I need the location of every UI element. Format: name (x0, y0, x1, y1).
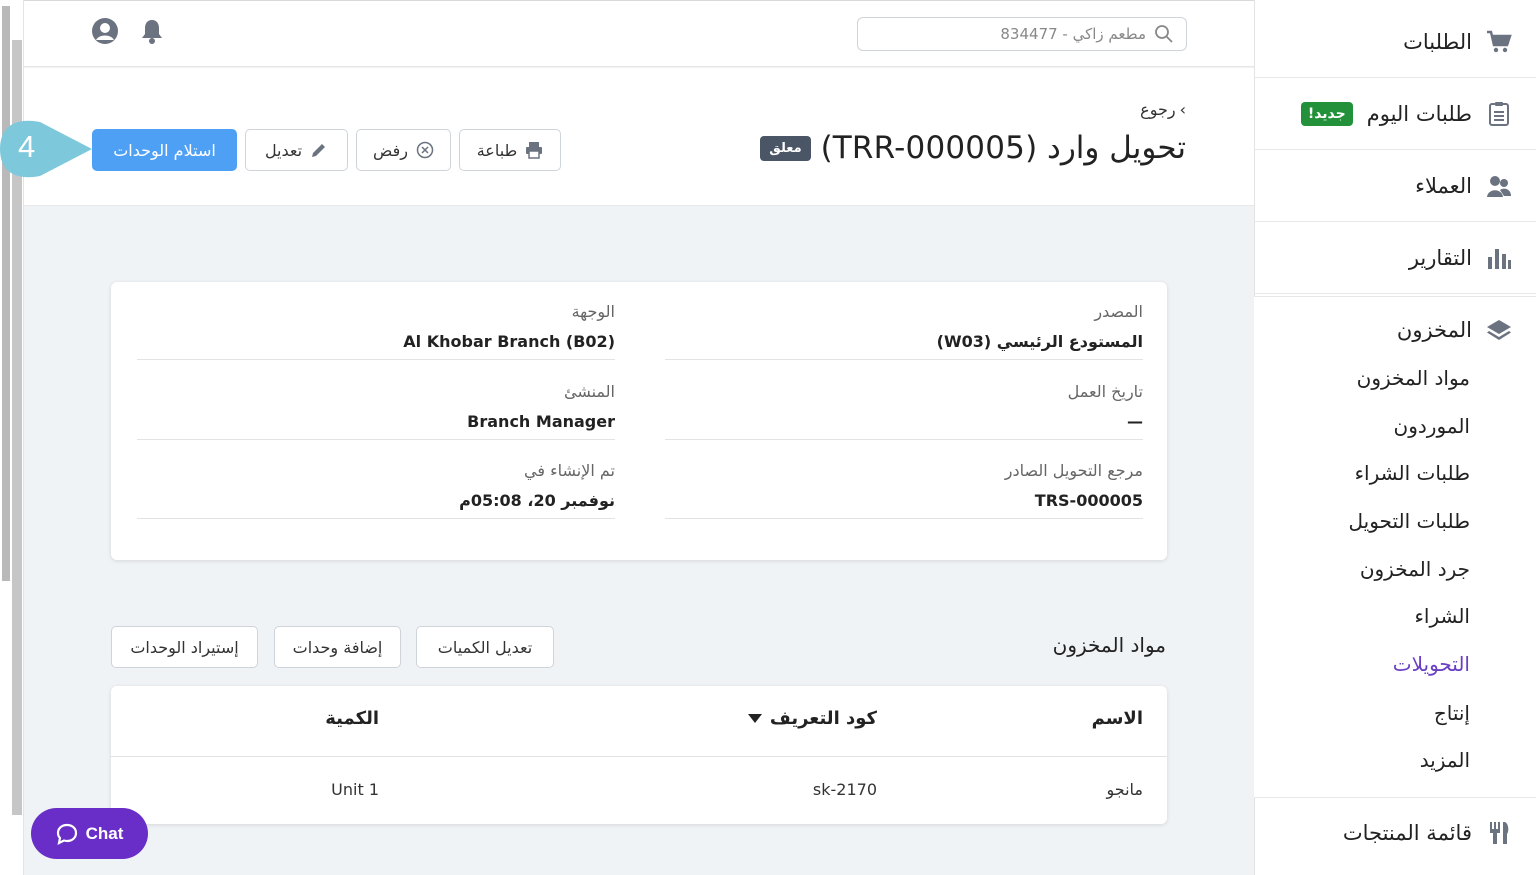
row-sku-cell: sk-2170 (812, 780, 877, 799)
add-units-label: إضافة وحدات (292, 637, 383, 657)
sidebar-item-transfers[interactable]: التحويلات (1393, 652, 1470, 676)
utensils-icon (1490, 822, 1509, 844)
step-number-badge: 4 (0, 118, 92, 180)
destination-field: الوجهة Al Khobar Branch (B02) (137, 282, 615, 360)
column-header-sku[interactable]: كود التعريف (747, 708, 877, 729)
sidebar-item-inventory-items[interactable]: مواد المخزون (1357, 366, 1470, 390)
bar-chart-icon (1488, 248, 1511, 269)
chevron-right-icon: › (1179, 100, 1186, 119)
sidebar-item-reports[interactable]: التقارير (1254, 222, 1536, 294)
sort-down-icon (747, 713, 762, 723)
sidebar-item-inventory[interactable]: المخزون (1254, 297, 1536, 363)
sidebar-item-orders[interactable]: الطلبات (1254, 6, 1536, 78)
sidebar-reports-label: التقارير (1408, 245, 1472, 270)
sidebar-item-purchase-orders[interactable]: طلبات الشراء (1355, 461, 1470, 485)
sidebar-group-inventory: المخزون مواد المخزون الموردون طلبات الشر… (1254, 296, 1536, 798)
sidebar: الطلبات طلبات اليوم جديد! العملاء التقار… (1254, 0, 1536, 875)
top-bar (24, 0, 1254, 67)
page-header: › رجوع تحويل وارد (TRR-000005) معلق طباع… (24, 68, 1254, 206)
bell-icon[interactable] (138, 17, 166, 45)
print-label: طباعة (476, 140, 518, 160)
items-table: الاسم كود التعريف الكمية مانجو sk-2170 1… (111, 686, 1167, 824)
sidebar-item-transfer-orders[interactable]: طلبات التحويل (1349, 509, 1471, 533)
step-number: 4 (18, 129, 36, 164)
clipboard-icon (1489, 101, 1509, 126)
back-link[interactable]: › رجوع (1140, 100, 1186, 119)
sidebar-item-purchasing[interactable]: الشراء (1415, 604, 1471, 628)
destination-label: الوجهة (571, 302, 615, 321)
row-divider (111, 756, 1167, 757)
source-field: المصدر المستودع الرئيسي (W03) (665, 282, 1143, 360)
import-units-label: إستيراد الوحدات (130, 637, 239, 657)
import-units-button[interactable]: إستيراد الوحدات (111, 626, 258, 668)
outgoing-ref-field: مرجع التحويل الصادر TRS-000005 (665, 441, 1143, 519)
column-quantity-label: الكمية (325, 708, 379, 729)
sidebar-menu-label: قائمة المنتجات (1342, 821, 1472, 845)
column-sku-label: كود التعريف (769, 708, 877, 729)
destination-value: Al Khobar Branch (B02) (403, 332, 615, 351)
sidebar-inventory-label: المخزون (1396, 318, 1472, 342)
row-name-cell[interactable]: مانجو (1107, 780, 1144, 799)
sidebar-item-menu[interactable]: قائمة المنتجات (1254, 798, 1536, 868)
items-section-title: مواد المخزون (1052, 633, 1166, 657)
source-value: المستودع الرئيسي (W03) (936, 332, 1143, 351)
creator-value: Branch Manager (467, 412, 615, 431)
sidebar-item-production[interactable]: إنتاج (1434, 701, 1470, 725)
business-date-value: — (1127, 412, 1143, 431)
sidebar-item-inventory-count[interactable]: جرد المخزون (1360, 557, 1470, 581)
sidebar-item-customers[interactable]: العملاء (1254, 150, 1536, 222)
pencil-icon (312, 144, 326, 157)
x-circle-icon (416, 141, 434, 159)
row-quantity-cell: 1 Unit (331, 780, 379, 799)
column-name-label: الاسم (1091, 708, 1143, 729)
user-icon[interactable] (91, 17, 119, 45)
search-icon (1155, 25, 1173, 43)
created-at-value: نوفمبر 20، 05:08م (459, 491, 615, 510)
reject-label: رفض (373, 140, 408, 160)
creator-label: المنشئ (563, 382, 615, 401)
layers-icon (1487, 320, 1511, 340)
page-title-row: تحويل وارد (TRR-000005) معلق (760, 130, 1186, 166)
reject-button[interactable]: رفض (356, 129, 451, 171)
scrollbar-track[interactable] (2, 6, 10, 581)
chat-button[interactable]: Chat (31, 808, 148, 859)
chat-label: Chat (85, 823, 124, 843)
add-units-button[interactable]: إضافة وحدات (274, 626, 401, 668)
created-at-label: تم الإنشاء في (524, 461, 615, 480)
print-button[interactable]: طباعة (459, 129, 561, 171)
outgoing-ref-value[interactable]: TRS-000005 (1035, 491, 1143, 510)
sidebar-item-more[interactable]: المزيد (1420, 748, 1470, 772)
sidebar-orders-label: الطلبات (1403, 29, 1472, 54)
outgoing-ref-label: مرجع التحويل الصادر (1004, 461, 1143, 480)
status-badge: معلق (760, 135, 811, 161)
edit-quantities-label: تعديل الكميات (437, 637, 533, 657)
sidebar-customers-label: العملاء (1415, 173, 1472, 198)
sidebar-today-orders-label: طلبات اليوم (1366, 101, 1472, 126)
edit-button[interactable]: تعديل (245, 129, 348, 171)
cart-icon (1487, 30, 1512, 52)
business-date-field: تاريخ العمل — (665, 362, 1143, 440)
column-header-name[interactable]: الاسم (1092, 708, 1143, 729)
edit-quantities-button[interactable]: تعديل الكميات (416, 626, 554, 668)
source-label: المصدر (1094, 302, 1143, 321)
receive-units-label: استلام الوحدات (113, 140, 216, 160)
search-input[interactable] (866, 25, 1146, 43)
column-header-quantity[interactable]: الكمية (325, 708, 379, 729)
main-content: › رجوع تحويل وارد (TRR-000005) معلق طباع… (24, 0, 1254, 875)
sidebar-item-suppliers[interactable]: الموردون (1394, 414, 1470, 438)
sidebar-item-today-orders[interactable]: طلبات اليوم جديد! (1254, 78, 1536, 150)
creator-field: المنشئ Branch Manager (137, 362, 615, 440)
chat-bubble-icon (56, 823, 77, 845)
edit-label: تعديل (264, 140, 303, 160)
receive-units-button[interactable]: استلام الوحدات (92, 129, 237, 171)
transfer-details-card: المصدر المستودع الرئيسي (W03) الوجهة Al … (111, 282, 1167, 560)
page-title: تحويل وارد (TRR-000005) (820, 130, 1186, 166)
printer-icon (526, 142, 543, 159)
search-box[interactable] (857, 17, 1187, 51)
created-at-field: تم الإنشاء في نوفمبر 20، 05:08م (137, 441, 615, 519)
new-badge: جديد! (1300, 101, 1353, 126)
business-date-label: تاريخ العمل (1067, 382, 1143, 401)
users-icon (1487, 175, 1511, 197)
back-label: رجوع (1140, 100, 1176, 119)
